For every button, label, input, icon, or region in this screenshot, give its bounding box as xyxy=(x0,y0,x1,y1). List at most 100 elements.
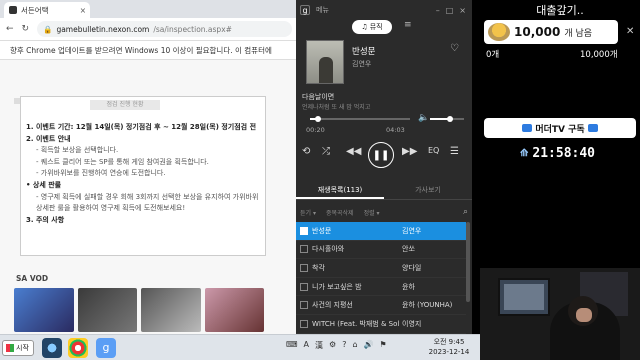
browser-tab[interactable]: 서든어택 × xyxy=(4,2,90,18)
keyboard-icon[interactable]: ⌨ xyxy=(286,340,298,351)
tab-playlist[interactable]: 재생목록(113) xyxy=(296,180,384,199)
row-title: 사건의 지평선 xyxy=(312,301,353,310)
row-checkbox[interactable] xyxy=(300,263,308,272)
shuffle-icon[interactable]: ⤮ xyxy=(322,146,330,157)
chrome-app-icon[interactable] xyxy=(68,338,88,358)
playlist: 반성문 김연우다시홀아와 안쏘 착각 양다일 니가 보고싶은 밤 윤하 사건의 지평선 윤하 (… xyxy=(296,222,466,334)
pause-icon: ❚❚ xyxy=(372,149,390,161)
gear-icon[interactable]: ⚙ xyxy=(329,340,336,351)
notice-line: • 상세 판룰 xyxy=(26,180,62,189)
lyric-current: 다음날이면 xyxy=(302,93,335,101)
network-icon[interactable]: ⌂ xyxy=(352,340,357,351)
url-path: /sa/inspection.aspx# xyxy=(153,24,232,34)
stream-overlay: 대출갚기.. 10,000 개 남음 ✕ 0개 10,000개 머더TV 구독 … xyxy=(480,0,640,360)
playlist-row[interactable]: 니가 보고싶은 밤 윤하 xyxy=(296,278,466,297)
playlist-menu-icon[interactable]: ☰ xyxy=(450,146,459,157)
row-checkbox[interactable] xyxy=(300,301,308,310)
search-icon[interactable]: ⌕ xyxy=(463,207,468,217)
volume-slider[interactable] xyxy=(430,116,464,122)
playlist-row[interactable]: 반성문 김연우 xyxy=(296,222,466,241)
playlist-row[interactable]: WITCH (Feat. 박재범 & Sol 이영지 xyxy=(296,315,466,334)
vod-thumbnails xyxy=(14,288,264,332)
heart-icon[interactable]: ♡ xyxy=(450,43,459,54)
previous-icon[interactable]: ◀◀ xyxy=(346,146,361,157)
help-icon[interactable]: ? xyxy=(342,340,346,351)
row-checkbox[interactable] xyxy=(300,226,308,235)
volume-icon[interactable]: 🔈 xyxy=(418,113,429,123)
time-current: 00:20 xyxy=(306,126,325,134)
ime-hanja[interactable]: 漢 xyxy=(315,340,323,351)
vod-thumbnail[interactable] xyxy=(141,288,201,332)
progress-slider[interactable] xyxy=(310,116,410,122)
goal-max: 10,000개 xyxy=(580,50,618,60)
next-icon[interactable]: ▶▶ xyxy=(402,146,417,157)
obs-app-icon[interactable] xyxy=(42,338,62,358)
playlist-row[interactable]: 다시홀아와 안쏘 xyxy=(296,241,466,260)
flag-icon[interactable]: ⚑ xyxy=(380,340,387,351)
reload-icon[interactable]: ↻ xyxy=(22,24,30,34)
clock-date: 2023-12-14 xyxy=(428,348,470,356)
start-button[interactable]: 시작 xyxy=(2,340,34,356)
playlist-scrollbar[interactable] xyxy=(466,222,470,302)
clock-time: 오전 9:45 xyxy=(433,338,465,346)
progress-handle[interactable] xyxy=(315,116,321,122)
close-icon[interactable]: × xyxy=(459,6,466,15)
minimize-icon[interactable]: – xyxy=(436,6,440,15)
remove-duplicates-button[interactable]: 중복곡삭제 xyxy=(326,208,354,217)
row-checkbox[interactable] xyxy=(300,319,308,328)
section-title: SA VOD xyxy=(16,274,49,283)
menu-button[interactable]: 메뉴 xyxy=(316,5,329,15)
maximize-icon[interactable]: □ xyxy=(446,6,454,15)
update-infobar: 향후 Chrome 업데이트를 받으려면 Windows 10 이상이 필요합니… xyxy=(0,40,296,60)
lyric-next: 언제나처럼 또 새 맘 먹지고 xyxy=(302,104,371,111)
notice-line: - 퀘스트 클리어 또는 SP를 통해 게임 참여권을 획득합니다. xyxy=(36,157,209,166)
playlist-toolbar: 듣기 ▾ 중복곡삭제 정렬 ▾ ⌕ xyxy=(300,206,468,218)
system-clock[interactable]: 오전 9:45 2023-12-14 xyxy=(426,337,472,357)
player-app-icon[interactable]: g xyxy=(96,338,116,358)
screen: 서든어택 × ← ↻ 🔒 gamebulletin.nexon.com/sa/i… xyxy=(0,0,640,360)
volume-handle[interactable] xyxy=(447,116,454,122)
back-icon[interactable]: ← xyxy=(6,24,14,34)
goal-min: 0개 xyxy=(486,50,500,60)
vod-thumbnail[interactable] xyxy=(77,288,137,332)
tab-music[interactable]: ♫ 뮤직 xyxy=(352,20,392,34)
listen-dropdown[interactable]: 듣기 ▾ xyxy=(300,208,316,217)
row-title: WITCH (Feat. 박재범 & Sol xyxy=(312,319,400,328)
close-icon[interactable]: × xyxy=(80,6,86,15)
taskbar: 시작 g ⌨ A 漢 ⚙ ? ⌂ 🔊 ⚑ 오전 9:45 2023-12-14 xyxy=(0,334,480,360)
hamburger-icon[interactable]: ≡ xyxy=(404,20,412,30)
vod-thumbnail[interactable] xyxy=(14,288,74,332)
goal-box: 10,000 개 남음 xyxy=(484,20,618,44)
playlist-row[interactable]: 사건의 지평선 윤하 (YOUNHA) xyxy=(296,296,466,315)
song-artist[interactable]: 김연우 xyxy=(352,59,371,69)
music-note-icon: ♫ xyxy=(361,23,368,31)
pause-button[interactable]: ❚❚ xyxy=(368,142,394,168)
equalizer-icon[interactable]: EQ xyxy=(428,146,439,155)
goal-value: 10,000 xyxy=(514,25,561,39)
webcam-monitor-screen xyxy=(504,284,544,310)
row-checkbox[interactable] xyxy=(300,282,308,291)
volume-tray-icon[interactable]: 🔊 xyxy=(364,340,374,351)
timer-icon: ⟰ xyxy=(520,148,529,159)
row-artist: 양다일 xyxy=(402,263,422,272)
vod-thumbnail[interactable] xyxy=(204,288,264,332)
subscribe-label: 머더TV 구독 xyxy=(535,124,585,135)
time-total: 04:03 xyxy=(386,126,405,134)
goal-title: 대출갚기.. xyxy=(536,4,584,17)
notice-tab[interactable]: 점검 진행 현황 xyxy=(90,100,160,110)
sort-dropdown[interactable]: 정렬 ▾ xyxy=(364,208,380,217)
tab-lyrics[interactable]: 가사보기 xyxy=(384,180,472,199)
album-art[interactable] xyxy=(306,40,344,84)
row-artist: 김연우 xyxy=(402,226,422,235)
row-title: 반성문 xyxy=(312,226,332,235)
notice-body: 1. 이벤트 기간: 12월 14일(목) 정기점검 후 ~ 12월 28일(목… xyxy=(26,122,286,226)
subscribe-banner: 머더TV 구독 xyxy=(484,118,636,138)
playlist-row[interactable]: 착각 양다일 xyxy=(296,259,466,278)
close-icon: ✕ xyxy=(626,26,635,37)
row-artist: 안쏘 xyxy=(402,245,415,254)
toolbar: ← ↻ 🔒 gamebulletin.nexon.com/sa/inspecti… xyxy=(0,18,296,40)
address-bar[interactable]: 🔒 gamebulletin.nexon.com/sa/inspection.a… xyxy=(37,21,292,37)
row-checkbox[interactable] xyxy=(300,245,308,254)
ime-language[interactable]: A xyxy=(304,340,309,351)
repeat-icon[interactable]: ⟲ xyxy=(302,146,310,157)
